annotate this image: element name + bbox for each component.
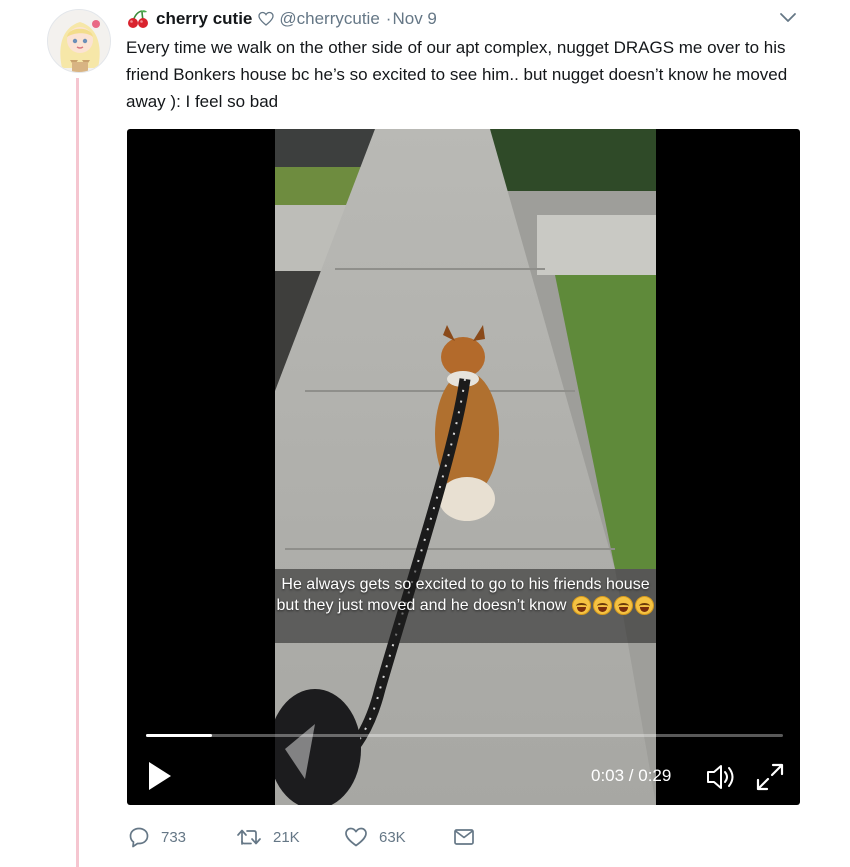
retweet-button[interactable]: 21K [236,826,344,848]
video-player[interactable]: He always gets so excited to go to his f… [127,129,800,805]
video-frame-image [275,129,656,805]
user-handle[interactable]: @cherrycutie [279,9,379,29]
envelope-icon [454,829,474,845]
play-icon[interactable] [147,761,173,791]
video-caption: He always gets so excited to go to his f… [275,574,656,616]
header-separator: · [385,9,392,28]
loudly-crying-face-icon [593,596,613,616]
tweet-text: Every time we walk on the other side of … [126,38,788,111]
video-time: 0:03 / 0:29 [591,766,672,785]
reply-icon [129,827,149,848]
heart-outline-icon [258,11,275,26]
loudly-crying-face-icon [635,596,655,616]
chevron-down-icon[interactable] [779,11,797,25]
tweet-actions: 733 21K 63K [128,824,476,850]
video-progress-bar[interactable] [146,734,783,737]
cherries-icon [128,10,148,28]
volume-icon[interactable] [705,763,737,791]
crying-face-emojis [572,596,655,616]
like-button[interactable]: 63K [344,826,452,848]
retweet-count: 21K [273,828,300,846]
avatar-illustration-icon [48,10,110,72]
reply-count: 733 [161,828,187,846]
fullscreen-icon[interactable] [755,762,785,792]
display-name[interactable]: cherry cutie [156,9,252,29]
video-progress-fill [146,734,212,737]
avatar[interactable] [47,9,111,73]
thread-connector-line [76,78,79,867]
reply-button[interactable]: 733 [128,826,236,848]
like-count: 63K [379,828,406,846]
direct-message-button[interactable] [452,826,476,848]
heart-icon [345,827,367,847]
tweet-date[interactable]: Nov 9 [392,9,436,29]
tweet-header: cherry cutie @cherrycutie · Nov 9 [127,8,437,30]
loudly-crying-face-icon [614,596,634,616]
retweet-icon [237,829,261,845]
loudly-crying-face-icon [572,596,592,616]
